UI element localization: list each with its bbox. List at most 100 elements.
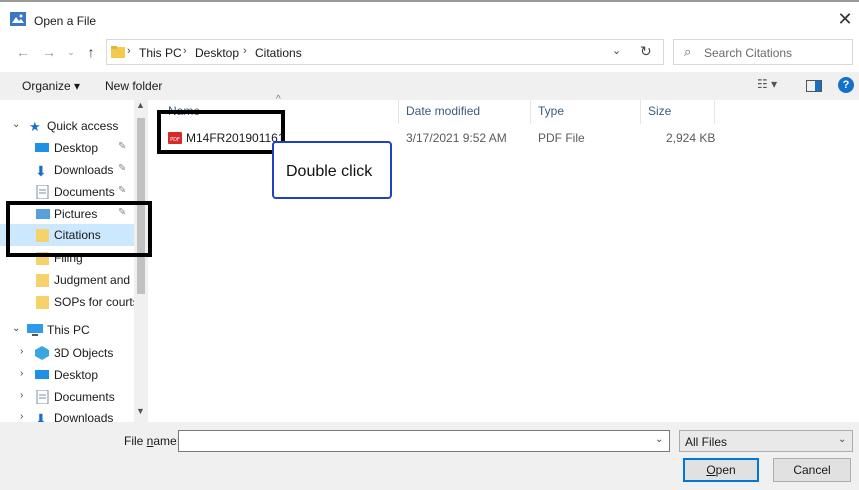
- folder-icon: [36, 296, 49, 309]
- file-highlight-box: [157, 110, 285, 154]
- sidebar-item-sops[interactable]: SOPs for courts: [0, 291, 139, 313]
- navigation-bar: ← → ⌄ ↑ › This PC › Desktop › Citations …: [0, 38, 859, 68]
- window-title: Open a File: [34, 14, 97, 28]
- scroll-down-arrow-icon[interactable]: ▼: [136, 406, 145, 416]
- chevron-down-icon[interactable]: ⌄: [655, 434, 663, 445]
- title-bar: Open a File ✕: [0, 4, 859, 34]
- sidebar-scrollbar[interactable]: ▲ ▼: [134, 100, 148, 422]
- sidebar-item-label: Desktop: [54, 141, 99, 155]
- column-header-size[interactable]: Size: [648, 104, 671, 126]
- sidebar-item-3d-objects[interactable]: › 3D Objects: [0, 342, 134, 364]
- column-header-date-modified[interactable]: Date modified: [406, 104, 480, 126]
- chevron-right-icon[interactable]: ›: [20, 390, 23, 401]
- chevron-down-icon: ⌄: [838, 434, 847, 445]
- sidebar-item-documents[interactable]: Documents ✎: [0, 181, 134, 203]
- cube-icon: [35, 346, 49, 360]
- new-folder-button[interactable]: New folder: [105, 79, 162, 93]
- column-divider[interactable]: [640, 100, 641, 124]
- navigation-pane: ⌄ ★ Quick access Desktop ✎ ⬇ Downloads ✎…: [0, 100, 148, 422]
- open-button-label: pen: [715, 463, 736, 477]
- breadcrumb-separator-icon: ›: [183, 45, 187, 57]
- organize-menu[interactable]: Organize ▾: [22, 79, 80, 93]
- sort-ascending-icon: ^: [276, 94, 281, 105]
- file-type-select[interactable]: All Files ⌄: [679, 430, 853, 452]
- folder-icon: [36, 274, 49, 287]
- column-divider[interactable]: [398, 100, 399, 124]
- view-options-icon[interactable]: ☷ ▾: [757, 77, 777, 91]
- sidebar-item-label: 3D Objects: [54, 346, 114, 360]
- file-name-field[interactable]: ⌄: [178, 430, 670, 452]
- computer-icon: [27, 324, 43, 336]
- file-name-label: File name:: [124, 434, 180, 448]
- scroll-up-arrow-icon[interactable]: ▲: [136, 100, 145, 110]
- column-divider[interactable]: [714, 100, 715, 124]
- desktop-icon: [35, 370, 49, 379]
- sidebar-item-label: Documents: [54, 390, 115, 404]
- sidebar-item-pc-documents[interactable]: › Documents: [0, 386, 134, 408]
- open-file-dialog: Open a File ✕ ← → ⌄ ↑ › This PC › Deskto…: [0, 0, 859, 490]
- address-dropdown-chevron-icon[interactable]: ⌄: [612, 44, 621, 57]
- open-button-mnemonic: O: [706, 463, 716, 477]
- close-button[interactable]: ✕: [833, 7, 857, 31]
- help-icon[interactable]: ?: [838, 77, 854, 93]
- recent-locations-chevron-icon[interactable]: ⌄: [62, 42, 80, 62]
- breadcrumb-citations[interactable]: Citations: [255, 46, 302, 60]
- refresh-icon[interactable]: ↻: [640, 43, 652, 60]
- chevron-down-icon[interactable]: ⌄: [12, 119, 20, 130]
- sidebar-item-label: Downloads: [54, 411, 114, 422]
- preview-pane-icon[interactable]: [806, 80, 822, 92]
- breadcrumb-separator-icon: ›: [127, 45, 131, 57]
- command-toolbar: Organize ▾ New folder ☷ ▾ ?: [0, 72, 859, 100]
- sidebar-item-judgment[interactable]: Judgment and S: [0, 269, 141, 291]
- column-divider[interactable]: [530, 100, 531, 124]
- document-icon: [36, 185, 49, 199]
- sidebar-item-desktop[interactable]: Desktop ✎: [0, 137, 134, 159]
- file-type-value: All Files: [685, 435, 728, 449]
- search-icon: ⌕: [684, 44, 692, 59]
- sidebar-item-pc-desktop[interactable]: › Desktop: [0, 364, 134, 386]
- up-arrow-icon[interactable]: ↑: [82, 42, 100, 62]
- folder-icon: [111, 46, 125, 58]
- chevron-right-icon[interactable]: ›: [20, 346, 23, 357]
- back-arrow-icon[interactable]: ←: [14, 42, 32, 62]
- sidebar-item-pc-downloads[interactable]: › ⬇ Downloads: [0, 407, 134, 422]
- cancel-button[interactable]: Cancel: [773, 458, 851, 482]
- sidebar-item-quick-access[interactable]: ⌄ ★ Quick access: [0, 115, 134, 137]
- chevron-right-icon[interactable]: ›: [20, 368, 23, 379]
- forward-arrow-icon[interactable]: →: [40, 42, 58, 62]
- pin-icon: ✎: [118, 185, 127, 196]
- breadcrumb-this-pc[interactable]: This PC: [139, 46, 182, 60]
- sidebar-item-label: Quick access: [47, 119, 119, 133]
- breadcrumb-separator-icon: ›: [243, 45, 247, 57]
- folder-highlight-box: [6, 201, 152, 257]
- sidebar-item-label: Documents: [54, 185, 115, 199]
- sidebar-item-label: SOPs for courts: [54, 295, 139, 309]
- sidebar-item-label: Judgment and S: [54, 273, 142, 287]
- download-arrow-icon: ⬇: [35, 163, 47, 179]
- instruction-callout: Double click: [272, 141, 392, 199]
- document-icon: [36, 390, 49, 404]
- file-date-modified: 3/17/2021 9:52 AM: [406, 131, 507, 145]
- search-box[interactable]: ⌕: [673, 39, 853, 65]
- search-input[interactable]: [702, 43, 851, 63]
- download-arrow-icon: ⬇: [35, 411, 47, 422]
- star-icon: ★: [29, 119, 41, 134]
- sidebar-item-downloads[interactable]: ⬇ Downloads ✎: [0, 159, 134, 181]
- organize-label: Organize: [22, 79, 71, 93]
- open-button[interactable]: Open: [683, 458, 759, 482]
- sidebar-item-label: Desktop: [54, 368, 99, 382]
- sidebar-item-label: This PC: [47, 323, 90, 337]
- breadcrumb-desktop[interactable]: Desktop: [195, 46, 239, 60]
- column-header-type[interactable]: Type: [538, 104, 564, 126]
- desktop-icon: [35, 143, 49, 152]
- pin-icon: ✎: [118, 141, 127, 152]
- sidebar-item-label: Downloads: [54, 163, 114, 177]
- callout-text: Double click: [286, 163, 373, 180]
- chevron-down-icon[interactable]: ⌄: [12, 323, 20, 334]
- file-type: PDF File: [538, 131, 585, 145]
- dialog-footer: File name: ⌄ All Files ⌄ Open Cancel: [0, 422, 859, 490]
- chevron-right-icon[interactable]: ›: [20, 411, 23, 422]
- sidebar-item-this-pc[interactable]: ⌄ This PC: [0, 319, 134, 341]
- app-icon: [10, 12, 26, 26]
- address-bar[interactable]: › This PC › Desktop › Citations ⌄ ↻: [106, 39, 664, 65]
